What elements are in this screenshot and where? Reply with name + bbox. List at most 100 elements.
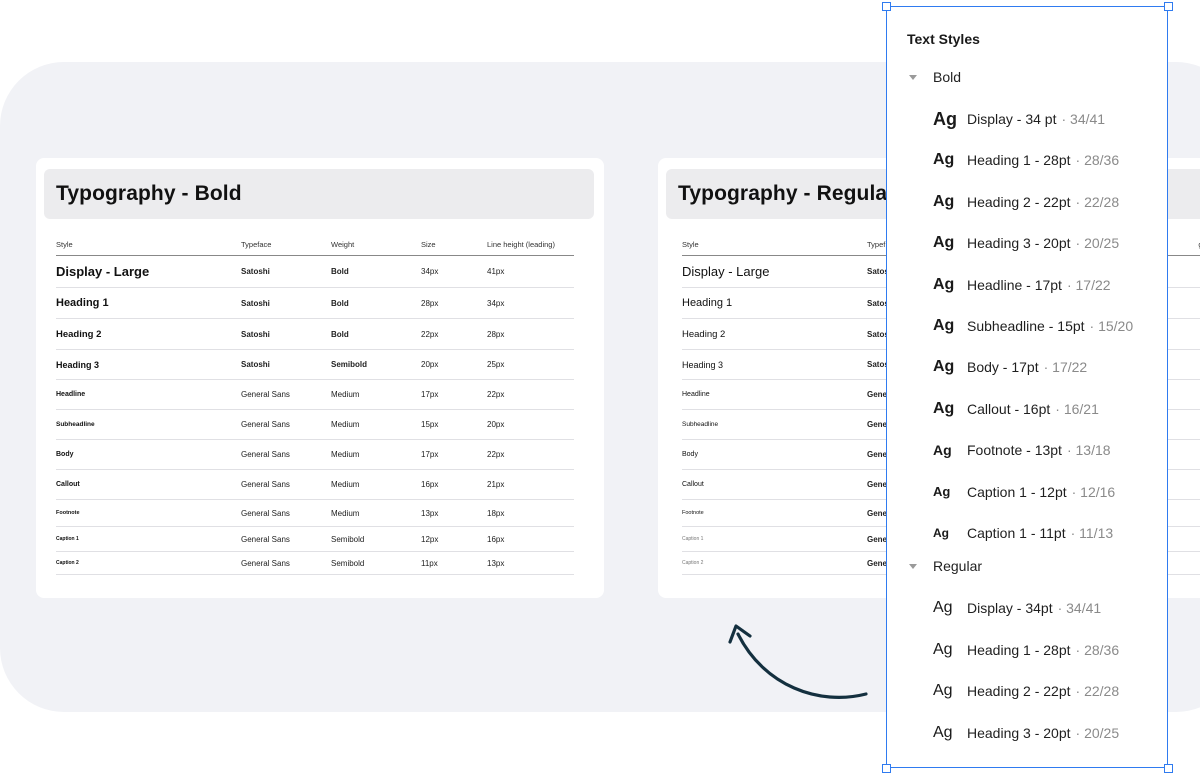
text-style-preview-icon: Ag (933, 358, 955, 376)
table-cell: 34px (487, 287, 574, 319)
text-style-item[interactable]: Ag Caption 1 - 11pt · 11/13 (933, 521, 1113, 545)
text-style-metrics: · 16/21 (1055, 400, 1099, 417)
table-row: Headline General Sans Medium 17px 22px (56, 379, 574, 410)
card-header: Typography - Bold (44, 169, 594, 219)
table-cell: Body (56, 439, 241, 470)
text-style-name: Heading 3 - 20pt (967, 235, 1071, 252)
text-style-item[interactable]: Ag Heading 3 - 20pt · 20/25 (933, 721, 1119, 745)
text-style-metrics: · 28/36 (1075, 152, 1120, 169)
text-style-item[interactable]: Ag Footnote - 13pt · 13/18 (933, 438, 1111, 462)
text-style-item[interactable]: Ag Display - 34 pt · 34/41 (933, 107, 1105, 131)
text-style-item[interactable]: Ag Display - 34pt · 34/41 (933, 596, 1101, 620)
text-style-metrics: · 28/36 (1075, 641, 1120, 658)
resize-handle-top-right[interactable] (1164, 2, 1173, 11)
table-row: Subheadline General Sans Medium 15px 20px (56, 409, 574, 440)
table-cell: 16px (421, 469, 487, 500)
table-cell: 18px (487, 499, 574, 527)
table-cell: 25px (487, 349, 574, 380)
table-cell: 22px (487, 379, 574, 410)
table-cell: Medium (331, 439, 421, 470)
text-style-preview-icon: Ag (933, 442, 952, 459)
curved-arrow-icon (728, 624, 868, 699)
table-cell: Heading 3 (56, 349, 241, 380)
text-style-name: Headline - 17pt (967, 276, 1062, 293)
table-cell: Semibold (331, 551, 421, 575)
table-cell: 22px (421, 318, 487, 350)
table-cell: Display - Large (56, 255, 241, 288)
table-cell: General Sans (241, 409, 331, 440)
column-header: Style (682, 234, 867, 256)
table-cell: General Sans (241, 551, 331, 575)
column-header: Weight (331, 234, 421, 256)
text-style-metrics: · 17/22 (1066, 276, 1111, 293)
text-style-item[interactable]: Ag Heading 1 - 28pt · 28/36 (933, 638, 1119, 662)
table-cell: Caption 2 (682, 551, 867, 575)
text-style-name: Callout - 16pt (967, 400, 1051, 417)
resize-handle-bottom-right[interactable] (1164, 764, 1173, 773)
table-cell: Subheadline (56, 409, 241, 440)
table-cell: General Sans (241, 379, 331, 410)
text-style-metrics: · 20/25 (1075, 724, 1120, 741)
table-cell: 13px (487, 551, 574, 575)
text-style-item[interactable]: Ag Headline - 17pt · 17/22 (933, 273, 1111, 297)
table-cell: Heading 1 (682, 287, 867, 319)
table-cell: Heading 2 (56, 318, 241, 350)
text-style-name: Caption 1 - 12pt (967, 483, 1067, 500)
table-cell: Subheadline (682, 409, 867, 440)
table-cell: 15px (421, 409, 487, 440)
group-label: Regular (933, 558, 983, 575)
table-cell: 22px (487, 439, 574, 470)
table-cell: 11px (421, 551, 487, 575)
text-style-item[interactable]: Ag Subheadline - 15pt · 15/20 (933, 314, 1133, 338)
table-cell: Heading 1 (56, 287, 241, 319)
resize-handle-top-left[interactable] (882, 2, 891, 11)
table-cell: 20px (487, 409, 574, 440)
table-cell: 41px (487, 255, 574, 288)
text-style-name: Display - 34pt (967, 600, 1053, 617)
text-style-preview-icon: Ag (933, 599, 953, 617)
group-bold[interactable]: Bold (909, 67, 961, 87)
table-row: Heading 3 Satoshi Semibold 20px 25px (56, 349, 574, 380)
text-style-name: Heading 2 - 22pt (967, 193, 1071, 210)
text-style-preview-icon: Ag (933, 275, 955, 293)
table-cell: Bold (331, 318, 421, 350)
column-header: Line height (leading) (487, 234, 574, 256)
table-row: Caption 2 General Sans Semibold 11px 13px (56, 551, 574, 575)
text-style-name: Body - 17pt (967, 359, 1039, 376)
text-style-item[interactable]: Ag Heading 3 - 20pt · 20/25 (933, 231, 1119, 255)
table-cell: 12px (421, 526, 487, 552)
text-style-item[interactable]: Ag Heading 2 - 22pt · 22/28 (933, 190, 1119, 214)
text-style-preview-icon: Ag (933, 399, 955, 417)
card-title: Typography - Bold (56, 182, 242, 205)
caret-down-icon[interactable] (909, 563, 917, 569)
card-title: Typography - Regular (678, 182, 896, 205)
table-cell: 20px (421, 349, 487, 380)
table-cell: 28px (421, 287, 487, 319)
resize-handle-bottom-left[interactable] (882, 764, 891, 773)
table-row: Display - Large Satoshi Bold 34px 41px (56, 255, 574, 288)
table-header-row: Style Typeface Weight Size Line height (… (56, 234, 574, 256)
table-cell: Callout (682, 469, 867, 500)
table-cell: Medium (331, 379, 421, 410)
text-style-item[interactable]: Ag Caption 1 - 12pt · 12/16 (933, 480, 1115, 504)
text-style-name: Caption 1 - 11pt (967, 525, 1066, 541)
caret-down-icon[interactable] (909, 74, 917, 80)
text-style-item[interactable]: Ag Heading 2 - 22pt · 22/28 (933, 679, 1119, 703)
table-cell: Satoshi (241, 287, 331, 319)
text-style-item[interactable]: Ag Body - 17pt · 17/22 (933, 355, 1087, 379)
table-cell: Bold (331, 287, 421, 319)
table-cell: 21px (487, 469, 574, 500)
typography-bold-table: Style Typeface Weight Size Line height (… (56, 234, 574, 575)
text-style-item[interactable]: Ag Heading 1 - 28pt · 28/36 (933, 148, 1119, 172)
text-style-item[interactable]: Ag Callout - 16pt · 16/21 (933, 397, 1099, 421)
text-style-name: Subheadline - 15pt (967, 318, 1085, 334)
text-style-preview-icon: Ag (933, 108, 957, 129)
table-cell: 17px (421, 439, 487, 470)
text-style-name: Heading 2 - 22pt (967, 683, 1071, 700)
table-cell: Semibold (331, 349, 421, 380)
table-cell: Footnote (682, 499, 867, 527)
table-cell: General Sans (241, 469, 331, 500)
text-styles-panel: Text Styles Bold Ag Display - 34 pt · 34/41… (886, 6, 1168, 768)
table-cell: Caption 1 (682, 526, 867, 552)
group-regular[interactable]: Regular (909, 556, 982, 576)
